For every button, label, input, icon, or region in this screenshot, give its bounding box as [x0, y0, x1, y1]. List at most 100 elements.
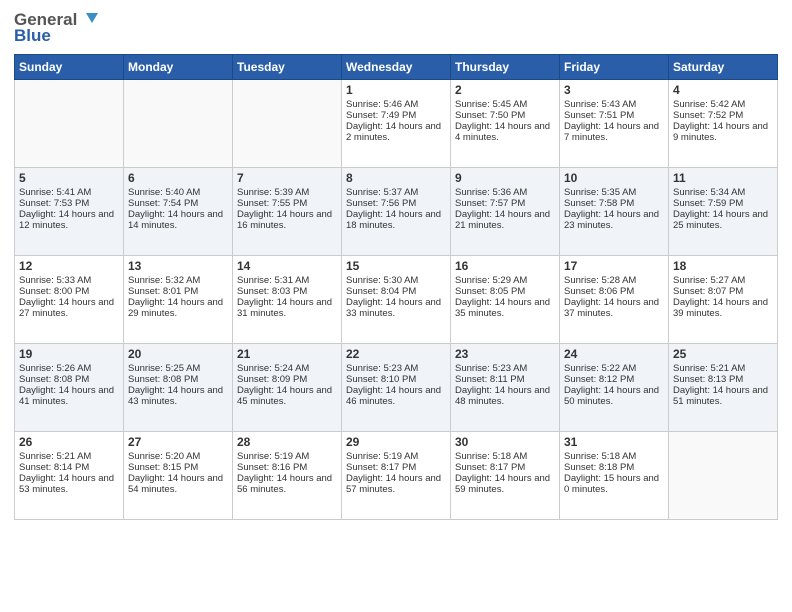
- daylight-text: Daylight: 14 hours and 46 minutes.: [346, 385, 446, 407]
- sunrise-text: Sunrise: 5:21 AM: [19, 451, 119, 462]
- sunrise-text: Sunrise: 5:18 AM: [564, 451, 664, 462]
- calendar-cell: 12Sunrise: 5:33 AMSunset: 8:00 PMDayligh…: [15, 256, 124, 344]
- daylight-text: Daylight: 14 hours and 9 minutes.: [673, 121, 773, 143]
- sunrise-text: Sunrise: 5:41 AM: [19, 187, 119, 198]
- calendar-cell: 27Sunrise: 5:20 AMSunset: 8:15 PMDayligh…: [124, 432, 233, 520]
- daylight-text: Daylight: 14 hours and 4 minutes.: [455, 121, 555, 143]
- logo-icon: [78, 9, 98, 29]
- day-number: 26: [19, 435, 119, 449]
- calendar-cell: 9Sunrise: 5:36 AMSunset: 7:57 PMDaylight…: [451, 168, 560, 256]
- logo: General Blue: [14, 10, 98, 46]
- sunrise-text: Sunrise: 5:23 AM: [455, 363, 555, 374]
- daylight-text: Daylight: 14 hours and 33 minutes.: [346, 297, 446, 319]
- day-number: 18: [673, 259, 773, 273]
- sunrise-text: Sunrise: 5:21 AM: [673, 363, 773, 374]
- calendar-cell: [124, 80, 233, 168]
- daylight-text: Daylight: 14 hours and 54 minutes.: [128, 473, 228, 495]
- sunset-text: Sunset: 8:13 PM: [673, 374, 773, 385]
- week-row-1: 1Sunrise: 5:46 AMSunset: 7:49 PMDaylight…: [15, 80, 778, 168]
- sunset-text: Sunset: 8:18 PM: [564, 462, 664, 473]
- calendar-cell: 21Sunrise: 5:24 AMSunset: 8:09 PMDayligh…: [233, 344, 342, 432]
- sunrise-text: Sunrise: 5:22 AM: [564, 363, 664, 374]
- sunset-text: Sunset: 8:09 PM: [237, 374, 337, 385]
- day-number: 17: [564, 259, 664, 273]
- sunset-text: Sunset: 8:08 PM: [128, 374, 228, 385]
- sunrise-text: Sunrise: 5:24 AM: [237, 363, 337, 374]
- calendar-cell: 2Sunrise: 5:45 AMSunset: 7:50 PMDaylight…: [451, 80, 560, 168]
- week-row-2: 5 Sunrise: 5:41 AMSunset: 7:53 PM Daylight…: [15, 168, 778, 256]
- sunrise-text: Sunrise: 5:34 AM: [673, 187, 773, 198]
- calendar-table: SundayMondayTuesdayWednesdayThursdayFrid…: [14, 54, 778, 520]
- sunrise-text: Sunrise: 5:23 AM: [346, 363, 446, 374]
- daylight-text: Daylight: 14 hours and 39 minutes.: [673, 297, 773, 319]
- calendar-cell: 4Sunrise: 5:42 AMSunset: 7:52 PMDaylight…: [669, 80, 778, 168]
- day-header-thursday: Thursday: [451, 55, 560, 80]
- day-header-sunday: Sunday: [15, 55, 124, 80]
- daylight-text: Daylight: 14 hours and 23 minutes.: [564, 209, 664, 231]
- sunset-text: Sunset: 7:59 PM: [673, 198, 773, 209]
- sunset-text: Sunset: 7:58 PM: [564, 198, 664, 209]
- day-number: 11: [673, 171, 773, 185]
- day-number: 1: [346, 83, 446, 97]
- calendar-cell: 15Sunrise: 5:30 AMSunset: 8:04 PMDayligh…: [342, 256, 451, 344]
- calendar-cell: 19Sunrise: 5:26 AMSunset: 8:08 PMDayligh…: [15, 344, 124, 432]
- day-number: 24: [564, 347, 664, 361]
- calendar-cell: 29Sunrise: 5:19 AMSunset: 8:17 PMDayligh…: [342, 432, 451, 520]
- sunrise-text: Sunrise: 5:31 AM: [237, 275, 337, 286]
- day-number: 29: [346, 435, 446, 449]
- calendar-cell: [15, 80, 124, 168]
- calendar-cell: 3Sunrise: 5:43 AMSunset: 7:51 PMDaylight…: [560, 80, 669, 168]
- sunrise-text: Sunrise: 5:27 AM: [673, 275, 773, 286]
- calendar-cell: 23Sunrise: 5:23 AMSunset: 8:11 PMDayligh…: [451, 344, 560, 432]
- daylight-text: Daylight: 14 hours and 43 minutes.: [128, 385, 228, 407]
- calendar-cell: 17Sunrise: 5:28 AMSunset: 8:06 PMDayligh…: [560, 256, 669, 344]
- sunrise-text: Sunrise: 5:36 AM: [455, 187, 555, 198]
- sunset-text: Sunset: 8:12 PM: [564, 374, 664, 385]
- calendar-cell: 24Sunrise: 5:22 AMSunset: 8:12 PMDayligh…: [560, 344, 669, 432]
- calendar-cell: [233, 80, 342, 168]
- sunset-text: Sunset: 7:54 PM: [128, 198, 228, 209]
- day-number: 2: [455, 83, 555, 97]
- sunset-text: Sunset: 8:00 PM: [19, 286, 119, 297]
- day-header-saturday: Saturday: [669, 55, 778, 80]
- sunrise-text: Sunrise: 5:40 AM: [128, 187, 228, 198]
- sunset-text: Sunset: 7:56 PM: [346, 198, 446, 209]
- sunset-text: Sunset: 7:53 PM: [19, 198, 119, 209]
- sunrise-text: Sunrise: 5:32 AM: [128, 275, 228, 286]
- day-header-friday: Friday: [560, 55, 669, 80]
- day-number: 20: [128, 347, 228, 361]
- day-number: 3: [564, 83, 664, 97]
- day-number: 10: [564, 171, 664, 185]
- day-number: 5: [19, 171, 119, 185]
- day-number: 21: [237, 347, 337, 361]
- day-number: 7: [237, 171, 337, 185]
- daylight-text: Daylight: 14 hours and 37 minutes.: [564, 297, 664, 319]
- sunset-text: Sunset: 7:51 PM: [564, 110, 664, 121]
- day-header-monday: Monday: [124, 55, 233, 80]
- day-number: 27: [128, 435, 228, 449]
- daylight-text: Daylight: 14 hours and 7 minutes.: [564, 121, 664, 143]
- daylight-text: Daylight: 14 hours and 14 minutes.: [128, 209, 228, 231]
- sunset-text: Sunset: 7:50 PM: [455, 110, 555, 121]
- sunrise-text: Sunrise: 5:19 AM: [237, 451, 337, 462]
- day-number: 16: [455, 259, 555, 273]
- daylight-text: Daylight: 14 hours and 57 minutes.: [346, 473, 446, 495]
- calendar-cell: 1Sunrise: 5:46 AMSunset: 7:49 PMDaylight…: [342, 80, 451, 168]
- sunrise-text: Sunrise: 5:42 AM: [673, 99, 773, 110]
- week-row-4: 19Sunrise: 5:26 AMSunset: 8:08 PMDayligh…: [15, 344, 778, 432]
- daylight-text: Daylight: 14 hours and 27 minutes.: [19, 297, 119, 319]
- calendar-cell: 30Sunrise: 5:18 AMSunset: 8:17 PMDayligh…: [451, 432, 560, 520]
- day-number: 6: [128, 171, 228, 185]
- day-number: 23: [455, 347, 555, 361]
- daylight-text: Daylight: 14 hours and 56 minutes.: [237, 473, 337, 495]
- daylight-text: Daylight: 14 hours and 31 minutes.: [237, 297, 337, 319]
- daylight-text: Daylight: 14 hours and 29 minutes.: [128, 297, 228, 319]
- day-number: 13: [128, 259, 228, 273]
- sunset-text: Sunset: 7:52 PM: [673, 110, 773, 121]
- sunset-text: Sunset: 8:14 PM: [19, 462, 119, 473]
- sunrise-text: Sunrise: 5:19 AM: [346, 451, 446, 462]
- daylight-text: Daylight: 14 hours and 16 minutes.: [237, 209, 337, 231]
- sunset-text: Sunset: 8:15 PM: [128, 462, 228, 473]
- day-number: 25: [673, 347, 773, 361]
- daylight-text: Daylight: 15 hours and 0 minutes.: [564, 473, 664, 495]
